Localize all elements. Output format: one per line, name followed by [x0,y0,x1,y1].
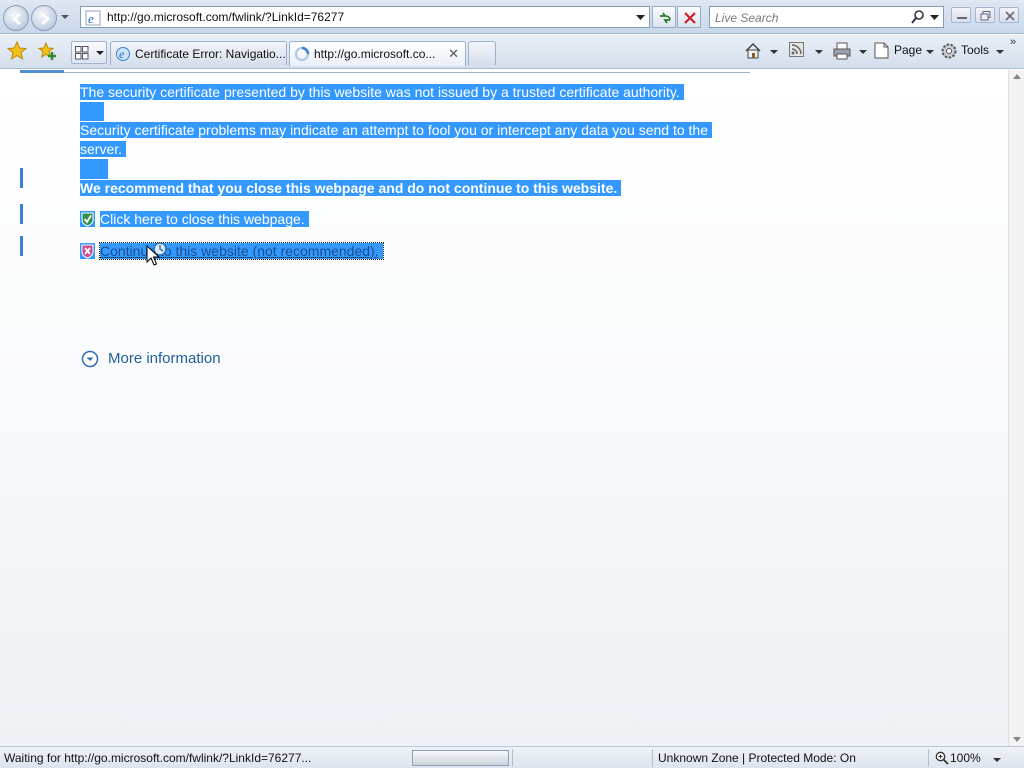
restore-button[interactable] [975,7,995,23]
search-box[interactable]: Live Search [709,6,944,28]
quick-tabs-button[interactable] [71,41,107,64]
tab-label: http://go.microsoft.co... [314,47,436,61]
minimize-icon [957,17,967,19]
address-url[interactable]: http://go.microsoft.com/fwlink/?LinkId=7… [107,10,344,24]
add-to-favorites-icon[interactable] [37,41,57,61]
search-options-dropdown-icon[interactable] [930,15,939,21]
selection-gap [80,159,108,179]
status-divider [928,749,929,767]
close-window-icon [1005,11,1015,21]
refresh-icon [660,12,671,24]
status-divider [512,749,513,767]
recent-pages-dropdown-icon[interactable] [60,14,70,22]
more-information-toggle[interactable]: More information [81,350,221,371]
stop-button[interactable] [677,6,701,28]
expand-chevron-icon [81,350,99,368]
section-marker [20,168,23,188]
shield-x-icon [80,243,95,259]
close-webpage-link[interactable]: Click here to close this webpage. [100,211,309,227]
progress-bar [412,750,509,766]
zoom-icon[interactable] [935,751,949,765]
scroll-down-arrow-icon[interactable] [1013,737,1021,742]
favorites-star-icon[interactable] [7,41,27,61]
feeds-icon[interactable] [789,42,805,58]
close-window-button[interactable] [999,7,1019,23]
ie-page-icon: e [85,10,101,26]
home-dropdown-icon[interactable] [770,50,778,54]
more-information-label[interactable]: More information [108,350,221,367]
forward-arrow-icon [41,13,50,25]
home-icon[interactable] [744,42,762,60]
close-tab-icon[interactable]: ✕ [448,46,459,62]
status-text: Waiting for http://go.microsoft.com/fwli… [4,751,312,765]
vertical-scrollbar[interactable] [1008,70,1024,746]
security-zone-text[interactable]: Unknown Zone | Protected Mode: On [658,751,856,765]
svg-text:e: e [119,47,125,61]
zoom-level[interactable]: 100% [950,751,981,765]
section-marker [20,204,23,224]
certificate-problems-paragraph: Security certificate problems may indica… [80,121,713,159]
quick-tabs-icon [75,46,89,60]
tab-active-loading[interactable]: http://go.microsoft.co... ✕ [289,41,466,66]
back-button[interactable] [3,5,29,31]
restore-icon [980,11,991,21]
toolbar-overflow-chevron-icon[interactable]: » [1010,36,1016,48]
address-dropdown-icon[interactable] [636,15,645,21]
busy-cursor-icon [146,242,167,266]
page-menu-dropdown-icon[interactable] [926,50,934,54]
shield-check-icon [80,211,95,227]
loading-spinner-icon [294,46,310,62]
feeds-dropdown-icon[interactable] [815,50,823,54]
search-placeholder[interactable]: Live Search [715,11,778,25]
ie-tab-icon: e [116,47,130,61]
tab-list-dropdown-icon[interactable] [96,51,104,56]
tab-toolbar: e Certificate Error: Navigatio... http:/… [0,35,1024,69]
refresh-button[interactable] [652,6,676,28]
untrusted-ca-paragraph: The security certificate presented by th… [80,83,684,102]
continue-website-link[interactable]: Continue to this website (not recommende… [99,242,384,260]
page-content: The security certificate presented by th… [0,70,1008,746]
recommendation-heading: We recommend that you close this webpage… [80,179,622,198]
address-toolbar: e http://go.microsoft.com/fwlink/?LinkId… [0,0,1024,34]
search-icon[interactable] [911,10,925,24]
gear-icon[interactable] [940,42,958,60]
back-arrow-icon [12,13,21,25]
new-tab-button[interactable] [468,41,496,65]
zoom-dropdown-icon[interactable] [993,758,1001,762]
svg-text:e: e [88,11,94,26]
tab-label: Certificate Error: Navigatio... [135,47,286,61]
tools-menu-dropdown-icon[interactable] [996,50,1004,54]
stop-x-icon [684,12,696,24]
page-menu-button[interactable]: Page [894,43,922,57]
page-icon[interactable] [874,42,890,60]
selection-gap [80,102,104,121]
status-bar: Waiting for http://go.microsoft.com/fwli… [0,746,1024,768]
print-dropdown-icon[interactable] [859,50,867,54]
forward-button[interactable] [31,5,57,31]
tab-certificate-error[interactable]: e Certificate Error: Navigatio... [110,41,287,65]
status-divider [652,749,653,767]
tools-menu-button[interactable]: Tools [961,43,989,57]
header-divider [64,70,750,73]
section-marker [20,236,23,256]
minimize-button[interactable] [951,7,971,23]
scroll-up-arrow-icon[interactable] [1013,74,1021,79]
header-accent-bar [20,70,64,73]
address-bar[interactable]: e http://go.microsoft.com/fwlink/?LinkId… [80,6,650,28]
print-icon[interactable] [833,42,851,60]
